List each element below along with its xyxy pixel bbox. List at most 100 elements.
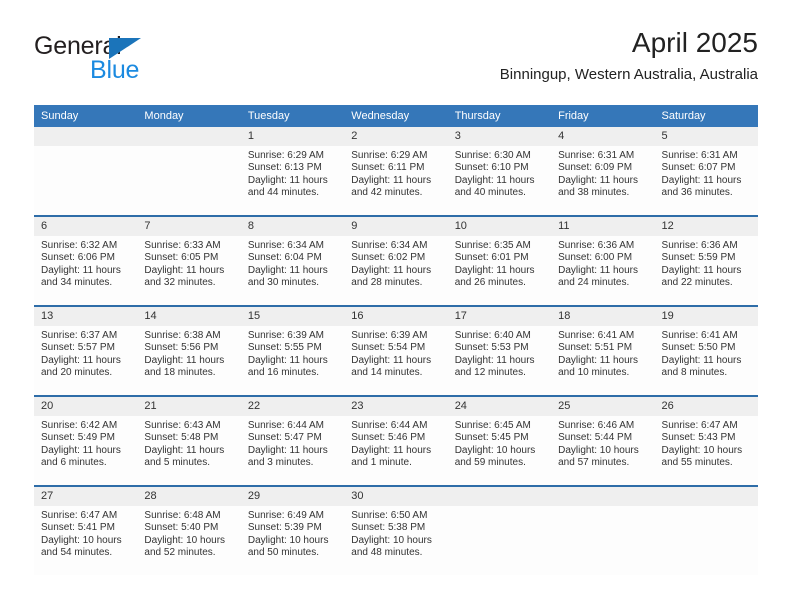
daylight-text-line1: Daylight: 11 hours bbox=[351, 174, 432, 186]
day-number: 23 bbox=[344, 397, 448, 416]
weekday-header-monday: Monday bbox=[137, 105, 241, 127]
weekday-header-thursday: Thursday bbox=[447, 105, 552, 127]
day-details: Sunrise: 6:37 AM Sunset: 5:57 PM Daylight:… bbox=[34, 326, 137, 380]
sunset-text: Sunset: 5:56 PM bbox=[144, 342, 219, 354]
daylight-text-line2: and 6 minutes. bbox=[41, 457, 107, 469]
daylight-text-line2: and 38 minutes. bbox=[558, 187, 630, 199]
page-title: April 2025 bbox=[631, 27, 758, 58]
day-details: Sunrise: 6:39 AM Sunset: 5:54 PM Daylight:… bbox=[344, 326, 447, 380]
daylight-text-line1: Daylight: 11 hours bbox=[247, 264, 328, 276]
calendar-day-cell[interactable]: 20 Sunrise: 6:42 AM Sunset: 5:49 PM Dayligh… bbox=[34, 395, 138, 486]
calendar-day-cell[interactable]: 8 Sunrise: 6:34 AM Sunset: 6:04 PM Daylight… bbox=[240, 215, 345, 306]
sunset-text: Sunset: 5:39 PM bbox=[247, 522, 322, 534]
sunset-text: Sunset: 5:57 PM bbox=[41, 342, 115, 354]
calendar-day-cell[interactable]: 28 Sunrise: 6:48 AM Sunset: 5:40 PM Dayligh… bbox=[137, 485, 241, 575]
calendar-week-row: 27 Sunrise: 6:47 AM Sunset: 5:41 PM Dayligh… bbox=[34, 485, 758, 575]
day-number: 19 bbox=[654, 307, 758, 326]
calendar-day-cell[interactable]: 18 Sunrise: 6:41 AM Sunset: 5:51 PM Dayligh… bbox=[551, 305, 655, 396]
daylight-text-line2: and 42 minutes. bbox=[351, 187, 423, 199]
sunset-text: Sunset: 5:44 PM bbox=[558, 432, 633, 444]
daylight-text-line1: Daylight: 10 hours bbox=[41, 534, 122, 546]
calendar-day-cell[interactable]: 14 Sunrise: 6:38 AM Sunset: 5:56 PM Dayligh… bbox=[137, 305, 241, 396]
daylight-text-line1: Daylight: 11 hours bbox=[661, 354, 742, 366]
weekday-header-wednesday: Wednesday bbox=[344, 105, 448, 127]
sunset-text: Sunset: 5:51 PM bbox=[558, 342, 633, 354]
daylight-text-line2: and 18 minutes. bbox=[144, 367, 216, 379]
sunrise-text: Sunrise: 6:41 AM bbox=[558, 330, 635, 341]
day-number: 8 bbox=[240, 217, 345, 236]
calendar-body: 1 Sunrise: 6:29 AM Sunset: 6:13 PM Daylight… bbox=[34, 127, 758, 575]
calendar-day-cell[interactable]: 6 Sunrise: 6:32 AM Sunset: 6:06 PM Daylight… bbox=[34, 215, 138, 306]
day-number bbox=[137, 127, 241, 146]
sunset-text: Sunset: 6:06 PM bbox=[41, 252, 115, 264]
calendar-day-cell[interactable]: 22 Sunrise: 6:44 AM Sunset: 5:47 PM Dayligh… bbox=[240, 395, 345, 486]
day-number: 25 bbox=[551, 397, 655, 416]
sunrise-text: Sunrise: 6:45 AM bbox=[454, 420, 531, 431]
sunset-text: Sunset: 6:01 PM bbox=[454, 252, 529, 264]
calendar-day-cell[interactable]: 26 Sunrise: 6:47 AM Sunset: 5:43 PM Dayligh… bbox=[654, 395, 758, 486]
calendar-day-cell-empty bbox=[654, 485, 758, 575]
calendar-day-cell[interactable]: 25 Sunrise: 6:46 AM Sunset: 5:44 PM Dayligh… bbox=[551, 395, 655, 486]
day-number: 11 bbox=[551, 217, 655, 236]
daylight-text-line1: Daylight: 10 hours bbox=[351, 534, 432, 546]
calendar-day-cell[interactable]: 15 Sunrise: 6:39 AM Sunset: 5:55 PM Dayligh… bbox=[240, 305, 345, 396]
sunset-text: Sunset: 5:53 PM bbox=[454, 342, 529, 354]
calendar-day-cell[interactable]: 10 Sunrise: 6:35 AM Sunset: 6:01 PM Dayligh… bbox=[447, 215, 552, 306]
sunrise-text: Sunrise: 6:29 AM bbox=[247, 150, 324, 161]
sunrise-sunset-calendar: Sunday Monday Tuesday Wednesday Thursday… bbox=[34, 105, 758, 575]
calendar-day-cell[interactable]: 3 Sunrise: 6:30 AM Sunset: 6:10 PM Daylight… bbox=[447, 127, 552, 216]
calendar-day-cell[interactable]: 12 Sunrise: 6:36 AM Sunset: 5:59 PM Dayligh… bbox=[654, 215, 758, 306]
day-details: Sunrise: 6:47 AM Sunset: 5:41 PM Daylight:… bbox=[34, 506, 137, 560]
calendar-day-cell[interactable]: 29 Sunrise: 6:49 AM Sunset: 5:39 PM Dayligh… bbox=[240, 485, 345, 575]
calendar-day-cell[interactable]: 17 Sunrise: 6:40 AM Sunset: 5:53 PM Dayligh… bbox=[447, 305, 552, 396]
day-details: Sunrise: 6:44 AM Sunset: 5:46 PM Daylight:… bbox=[344, 416, 447, 470]
day-number: 20 bbox=[34, 397, 138, 416]
day-details: Sunrise: 6:43 AM Sunset: 5:48 PM Daylight:… bbox=[137, 416, 240, 470]
weekday-header-friday: Friday bbox=[551, 105, 655, 127]
day-details: Sunrise: 6:44 AM Sunset: 5:47 PM Daylight:… bbox=[241, 416, 344, 470]
day-number: 28 bbox=[137, 487, 241, 506]
sunrise-text: Sunrise: 6:44 AM bbox=[351, 420, 428, 431]
calendar-day-cell[interactable]: 4 Sunrise: 6:31 AM Sunset: 6:09 PM Daylight… bbox=[551, 127, 655, 216]
calendar-day-cell[interactable]: 2 Sunrise: 6:29 AM Sunset: 6:11 PM Daylight… bbox=[344, 127, 448, 216]
calendar-day-cell[interactable]: 9 Sunrise: 6:34 AM Sunset: 6:02 PM Daylight… bbox=[344, 215, 448, 306]
calendar-day-cell[interactable]: 5 Sunrise: 6:31 AM Sunset: 6:07 PM Daylight… bbox=[654, 127, 758, 216]
calendar-day-cell[interactable]: 19 Sunrise: 6:41 AM Sunset: 5:50 PM Dayligh… bbox=[654, 305, 758, 396]
daylight-text-line1: Daylight: 11 hours bbox=[661, 264, 742, 276]
day-number: 22 bbox=[240, 397, 345, 416]
sunrise-text: Sunrise: 6:33 AM bbox=[144, 240, 221, 251]
calendar-day-cell[interactable]: 11 Sunrise: 6:36 AM Sunset: 6:00 PM Dayligh… bbox=[551, 215, 655, 306]
calendar-day-cell[interactable]: 21 Sunrise: 6:43 AM Sunset: 5:48 PM Dayligh… bbox=[137, 395, 241, 486]
calendar-day-cell[interactable]: 27 Sunrise: 6:47 AM Sunset: 5:41 PM Dayligh… bbox=[34, 485, 138, 575]
generalblue-logo[interactable]: General Blue bbox=[34, 32, 184, 88]
daylight-text-line1: Daylight: 10 hours bbox=[661, 444, 743, 456]
calendar-day-cell-empty bbox=[34, 127, 138, 216]
sunrise-text: Sunrise: 6:34 AM bbox=[247, 240, 324, 251]
daylight-text-line2: and 28 minutes. bbox=[351, 277, 423, 289]
day-details: Sunrise: 6:32 AM Sunset: 6:06 PM Daylight:… bbox=[34, 236, 137, 290]
day-details: Sunrise: 6:29 AM Sunset: 6:11 PM Daylight:… bbox=[344, 146, 447, 200]
logo-text-blue: Blue bbox=[90, 56, 140, 84]
calendar-day-cell[interactable]: 24 Sunrise: 6:45 AM Sunset: 5:45 PM Dayligh… bbox=[447, 395, 552, 486]
daylight-text-line1: Daylight: 11 hours bbox=[661, 174, 742, 186]
sunrise-text: Sunrise: 6:47 AM bbox=[41, 510, 118, 521]
calendar-day-cell[interactable]: 13 Sunrise: 6:37 AM Sunset: 5:57 PM Dayligh… bbox=[34, 305, 138, 396]
day-details: Sunrise: 6:36 AM Sunset: 6:00 PM Daylight:… bbox=[551, 236, 654, 290]
sunrise-text: Sunrise: 6:39 AM bbox=[351, 330, 428, 341]
day-details: Sunrise: 6:49 AM Sunset: 5:39 PM Daylight:… bbox=[241, 506, 344, 560]
sunset-text: Sunset: 5:55 PM bbox=[247, 342, 322, 354]
calendar-day-cell[interactable]: 7 Sunrise: 6:33 AM Sunset: 6:05 PM Daylight… bbox=[137, 215, 241, 306]
daylight-text-line2: and 30 minutes. bbox=[247, 277, 320, 289]
calendar-day-cell[interactable]: 23 Sunrise: 6:44 AM Sunset: 5:46 PM Dayligh… bbox=[344, 395, 448, 486]
day-details: Sunrise: 6:34 AM Sunset: 6:02 PM Daylight:… bbox=[344, 236, 447, 290]
calendar-day-cell[interactable]: 16 Sunrise: 6:39 AM Sunset: 5:54 PM Dayligh… bbox=[344, 305, 448, 396]
daylight-text-line1: Daylight: 10 hours bbox=[144, 534, 226, 546]
calendar-day-cell[interactable]: 30 Sunrise: 6:50 AM Sunset: 5:38 PM Dayligh… bbox=[344, 485, 448, 575]
day-details: Sunrise: 6:33 AM Sunset: 6:05 PM Daylight:… bbox=[137, 236, 240, 290]
day-number: 27 bbox=[34, 487, 138, 506]
sunrise-text: Sunrise: 6:44 AM bbox=[247, 420, 324, 431]
calendar-day-cell[interactable]: 1 Sunrise: 6:29 AM Sunset: 6:13 PM Daylight… bbox=[240, 127, 345, 216]
daylight-text-line1: Daylight: 11 hours bbox=[351, 354, 432, 366]
daylight-text-line1: Daylight: 11 hours bbox=[144, 444, 225, 456]
sunset-text: Sunset: 6:11 PM bbox=[351, 162, 425, 174]
